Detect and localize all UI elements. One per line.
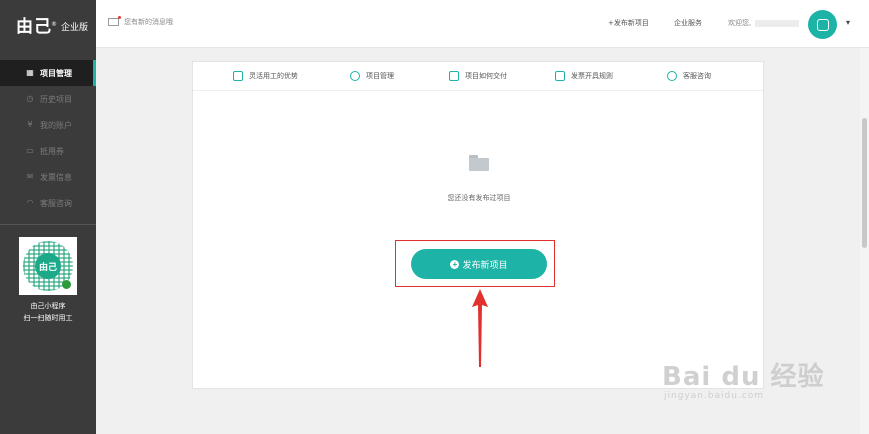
sidebar-divider: [0, 224, 96, 225]
sidebar-item-support[interactable]: ◠ 客服咨询: [0, 190, 96, 216]
scrollbar[interactable]: [860, 48, 869, 434]
support-icon: [667, 71, 677, 81]
headset-icon: ◠: [26, 198, 34, 207]
envelope-icon: [108, 16, 121, 26]
sidebar-nav: ▦ 项目管理 ◷ 历史项目 ¥ 我的账户 ▭ 抵用券 ✉ 发票信息 ◠ 客服咨询: [0, 60, 96, 216]
welcome-label: 欢迎您,: [728, 19, 752, 27]
empty-folder-icon: [469, 155, 489, 171]
coupon-icon: ▭: [26, 146, 34, 155]
sidebar: 由己 ® 企业版 ▦ 项目管理 ◷ 历史项目 ¥ 我的账户 ▭ 抵用券 ✉ 发票…: [0, 0, 96, 434]
plus-circle-icon: +: [450, 259, 460, 269]
publish-button-label: 发布新项目: [462, 259, 508, 270]
watermark-logo: Bai du 经验: [662, 362, 825, 392]
publish-new-project-button[interactable]: + 发布新项目: [411, 249, 547, 279]
chevron-down-icon[interactable]: ▾: [846, 18, 850, 27]
top-bar: 您有新的消息哦 +发布新项目 企业服务 欢迎您, ▾: [96, 0, 869, 48]
enterprise-service-link[interactable]: 企业服务: [674, 18, 702, 28]
invoice-icon: ✉: [26, 172, 34, 181]
sidebar-item-label: 抵用券: [40, 146, 64, 156]
watermark: Bai du 经验 jingyan.baidu.com: [662, 356, 825, 401]
username-blurred: [755, 19, 800, 27]
tab-label: 发票开具规则: [571, 72, 613, 80]
mini-program-qr-code: 由己: [19, 237, 77, 295]
tab-invoice-rules[interactable]: 发票开具规则: [555, 71, 613, 81]
logo-text: 由己: [16, 16, 52, 37]
sidebar-item-history[interactable]: ◷ 历史项目: [0, 86, 96, 112]
wechat-badge-icon: [62, 280, 71, 289]
tab-label: 客服咨询: [683, 72, 711, 80]
sidebar-item-label: 历史项目: [40, 94, 72, 104]
project-icon: [350, 71, 360, 81]
empty-state-text: 您还没有发布过项目: [447, 194, 511, 202]
brand-logo[interactable]: 由己 ® 企业版: [0, 0, 96, 48]
info-tabs: 灵活用工的优势 项目管理 项目如何交付 发票开具规则 客服咨询: [193, 62, 763, 91]
tab-project-management[interactable]: 项目管理: [350, 71, 394, 81]
welcome-text: 欢迎您,: [728, 18, 800, 28]
messages-text: 您有新的消息哦: [124, 18, 173, 26]
tab-label: 灵活用工的优势: [249, 72, 298, 80]
qr-center-logo: 由己: [35, 253, 61, 279]
tab-support[interactable]: 客服咨询: [667, 71, 711, 81]
invoice-rule-icon: [555, 71, 565, 81]
tab-label: 项目如何交付: [465, 72, 507, 80]
tab-advantages[interactable]: 灵活用工的优势: [233, 71, 298, 81]
publish-project-link[interactable]: +发布新项目: [608, 18, 649, 28]
sidebar-item-label: 项目管理: [40, 68, 72, 78]
scrollbar-thumb[interactable]: [862, 118, 867, 248]
sidebar-item-account[interactable]: ¥ 我的账户: [0, 112, 96, 138]
yen-icon: ¥: [27, 120, 33, 129]
sidebar-item-label: 客服咨询: [40, 198, 72, 208]
avatar-face-icon: [816, 18, 829, 31]
annotation-arrow-icon: [472, 289, 488, 367]
messages-link[interactable]: 您有新的消息哦: [108, 16, 173, 27]
sidebar-item-project-management[interactable]: ▦ 项目管理: [0, 60, 96, 86]
advantage-icon: [233, 71, 243, 81]
sidebar-item-coupon[interactable]: ▭ 抵用券: [0, 138, 96, 164]
qr-caption-title: 由己小程序: [30, 302, 66, 310]
avatar[interactable]: [808, 10, 837, 39]
qr-caption: 由己小程序 扫一扫随时用工: [0, 300, 96, 324]
tab-label: 项目管理: [366, 72, 394, 80]
sidebar-item-label: 我的账户: [40, 120, 72, 130]
folder-body: [469, 158, 489, 171]
sidebar-item-invoice[interactable]: ✉ 发票信息: [0, 164, 96, 190]
clock-icon: ◷: [26, 94, 34, 103]
grid-icon: ▦: [26, 68, 34, 77]
logo-registered: ®: [51, 20, 57, 28]
qr-caption-subtitle: 扫一扫随时用工: [23, 314, 73, 322]
sidebar-item-label: 发票信息: [40, 172, 72, 182]
deliver-icon: [449, 71, 459, 81]
tab-delivery[interactable]: 项目如何交付: [449, 71, 507, 81]
logo-edition: 企业版: [61, 23, 89, 33]
